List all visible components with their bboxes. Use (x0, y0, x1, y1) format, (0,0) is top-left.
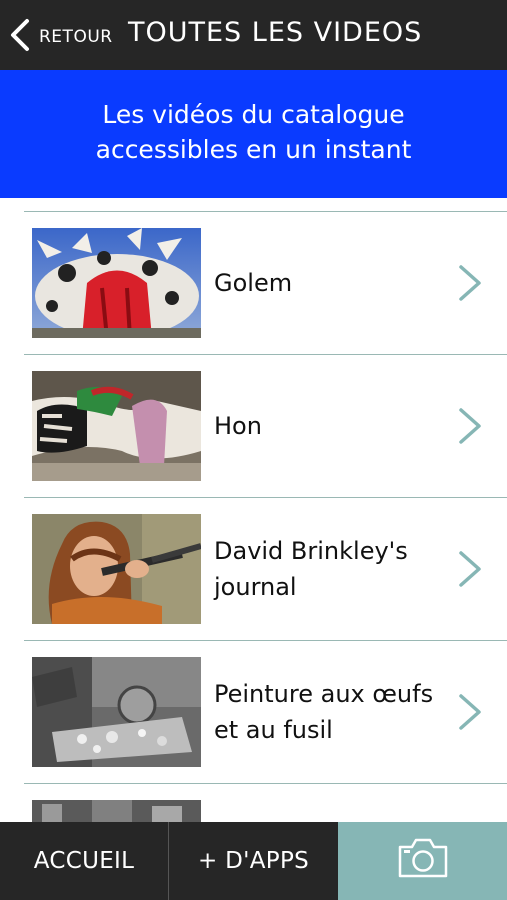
video-thumbnail (32, 657, 201, 767)
chevron-right-icon (457, 264, 483, 302)
video-item-golem[interactable]: Golem (24, 212, 507, 355)
page-title: TOUTES LES VIDEOS (128, 17, 423, 48)
video-thumbnail (32, 800, 201, 822)
camera-icon (396, 837, 450, 885)
video-title: Golem (214, 269, 293, 297)
more-apps-tab[interactable]: + D'APPS (169, 822, 338, 900)
more-apps-tab-label: + D'APPS (197, 848, 310, 874)
video-list[interactable]: Golem Hon David Brinkley's journal Peint… (0, 198, 507, 822)
video-thumbnail (32, 514, 201, 624)
video-title: Peinture aux œufs et au fusil (214, 680, 434, 744)
camera-tab[interactable] (338, 822, 507, 900)
banner-text-line-1: Les vidéos du catalogue (102, 100, 405, 129)
app-screen: RETOUR TOUTES LES VIDEOS Les vidéos du c… (0, 0, 507, 900)
chevron-left-icon (8, 18, 32, 52)
back-label: RETOUR (39, 27, 113, 47)
chevron-right-icon (457, 693, 483, 731)
bottom-tab-bar: ACCUEIL + D'APPS (0, 822, 507, 900)
intro-banner: Les vidéos du catalogue accessibles en u… (0, 70, 507, 198)
video-item-partial[interactable] (24, 784, 507, 822)
video-item-peinture-aux-oeufs[interactable]: Peinture aux œufs et au fusil (24, 641, 507, 784)
banner-text-line-2: accessibles en un instant (95, 135, 412, 164)
back-button[interactable]: RETOUR (8, 12, 113, 58)
video-thumbnail (32, 228, 201, 338)
top-bar: RETOUR TOUTES LES VIDEOS (0, 0, 507, 70)
video-item-david-brinkleys-journal[interactable]: David Brinkley's journal (24, 498, 507, 641)
video-title: Hon (214, 412, 262, 440)
home-tab[interactable]: ACCUEIL (0, 822, 168, 900)
home-tab-label: ACCUEIL (33, 848, 135, 874)
chevron-right-icon (457, 550, 483, 588)
video-title: David Brinkley's journal (214, 537, 408, 601)
chevron-right-icon (457, 407, 483, 445)
video-thumbnail (32, 371, 201, 481)
video-item-hon[interactable]: Hon (24, 355, 507, 498)
